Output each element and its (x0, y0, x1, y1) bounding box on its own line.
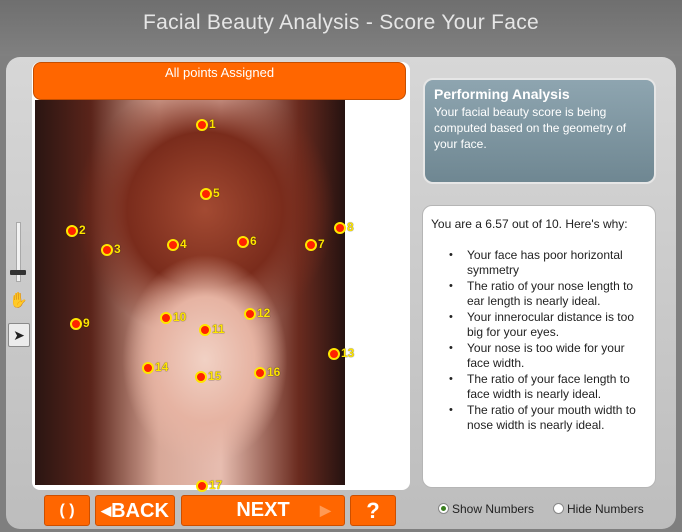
marker-dot-icon (244, 308, 256, 320)
show-numbers-option[interactable]: Show Numbers (438, 502, 534, 516)
marker-dot-icon (199, 324, 211, 336)
marker-dot-icon (305, 239, 317, 251)
marker-number: 15 (208, 369, 222, 383)
marker-number: 9 (83, 316, 90, 330)
analysis-panel: Performing Analysis Your facial beauty s… (423, 78, 656, 184)
face-marker-17[interactable]: 17 (196, 478, 236, 494)
hide-numbers-option[interactable]: Hide Numbers (553, 502, 644, 516)
analysis-text: Your facial beauty score is being comput… (434, 105, 627, 151)
face-marker-1[interactable]: 1 (196, 117, 236, 133)
next-label: NEXT (236, 499, 290, 521)
tool-palette: ✋ ➤ (6, 214, 30, 354)
radio-unselected-icon (553, 503, 564, 515)
marker-number: 6 (250, 234, 257, 248)
marker-number: 3 (114, 242, 121, 256)
face-marker-13[interactable]: 13 (328, 346, 368, 362)
marker-dot-icon (70, 318, 82, 330)
hide-numbers-label: Hide Numbers (567, 502, 644, 516)
marker-dot-icon (167, 239, 179, 251)
hand-icon[interactable]: ✋ (9, 292, 28, 310)
results-panel: You are a 6.57 out of 10. Here's why: Yo… (422, 205, 656, 488)
reset-button[interactable]: ( ) (44, 495, 90, 526)
marker-dot-icon (328, 348, 340, 360)
results-list: Your face has poor horizontal symmetry T… (447, 248, 647, 434)
face-marker-10[interactable]: 10 (160, 310, 200, 326)
analysis-title: Performing Analysis (434, 86, 570, 102)
face-marker-5[interactable]: 5 (200, 186, 240, 202)
marker-number: 11 (212, 322, 225, 336)
marker-number: 1 (209, 117, 216, 131)
reset-icon: ( ) (59, 502, 75, 519)
marker-dot-icon (160, 312, 172, 324)
result-item: Your nose is too wide for your face widt… (447, 341, 647, 371)
marker-dot-icon (196, 119, 208, 131)
marker-number: 13 (341, 346, 355, 360)
marker-dot-icon (196, 480, 208, 492)
radio-selected-icon (438, 503, 449, 515)
show-numbers-label: Show Numbers (452, 502, 535, 516)
marker-dot-icon (237, 236, 249, 248)
bottom-toolbar: ( ) ◀BACK NEXT ▶ ? Show Numbers Hide Numb… (0, 494, 682, 530)
photo-margin (345, 100, 407, 485)
face-marker-7[interactable]: 7 (305, 237, 345, 253)
help-label: ? (366, 498, 380, 523)
marker-number: 12 (257, 306, 271, 320)
face-marker-15[interactable]: 15 (195, 369, 235, 385)
face-marker-4[interactable]: 4 (167, 237, 207, 253)
face-marker-6[interactable]: 6 (237, 234, 277, 250)
marker-dot-icon (142, 362, 154, 374)
arrow-cursor-icon[interactable]: ➤ (8, 323, 30, 347)
face-marker-2[interactable]: 2 (66, 223, 106, 239)
next-button[interactable]: NEXT ▶ (181, 495, 345, 526)
face-marker-3[interactable]: 3 (101, 242, 141, 258)
marker-number: 16 (267, 365, 281, 379)
marker-number: 4 (180, 237, 187, 251)
marker-number: 14 (155, 360, 169, 374)
result-item: The ratio of your face length to face wi… (447, 372, 647, 402)
score-summary: You are a 6.57 out of 10. Here's why: (431, 217, 628, 231)
next-arrow-icon: ▶ (320, 502, 331, 518)
status-message: All points Assigned (33, 62, 406, 100)
marker-dot-icon (200, 188, 212, 200)
marker-dot-icon (66, 225, 78, 237)
marker-number: 17 (209, 478, 223, 492)
marker-dot-icon (101, 244, 113, 256)
marker-dot-icon (334, 222, 346, 234)
result-item: The ratio of your mouth width to nose wi… (447, 403, 647, 433)
face-marker-11[interactable]: 11 (199, 322, 239, 338)
marker-dot-icon (195, 371, 207, 383)
marker-number: 10 (173, 310, 187, 324)
face-marker-14[interactable]: 14 (142, 360, 182, 376)
face-photo[interactable] (35, 100, 345, 485)
help-button[interactable]: ? (350, 495, 396, 526)
back-label: BACK (111, 500, 169, 522)
marker-number: 2 (79, 223, 86, 237)
marker-number: 8 (347, 220, 354, 234)
zoom-slider-thumb[interactable] (10, 270, 26, 275)
marker-number: 5 (213, 186, 220, 200)
marker-dot-icon (254, 367, 266, 379)
face-marker-9[interactable]: 9 (70, 316, 110, 332)
back-arrow-icon: ◀ (101, 503, 112, 518)
face-marker-8[interactable]: 8 (334, 220, 374, 236)
back-button[interactable]: ◀BACK (95, 495, 175, 526)
result-item: Your face has poor horizontal symmetry (447, 248, 647, 278)
result-item: The ratio of your nose length to ear len… (447, 279, 647, 309)
result-item: Your innerocular distance is too big for… (447, 310, 647, 340)
face-marker-16[interactable]: 16 (254, 365, 294, 381)
face-marker-12[interactable]: 12 (244, 306, 284, 322)
marker-number: 7 (318, 237, 325, 251)
app-title: Facial Beauty Analysis - Score Your Face (0, 0, 682, 56)
